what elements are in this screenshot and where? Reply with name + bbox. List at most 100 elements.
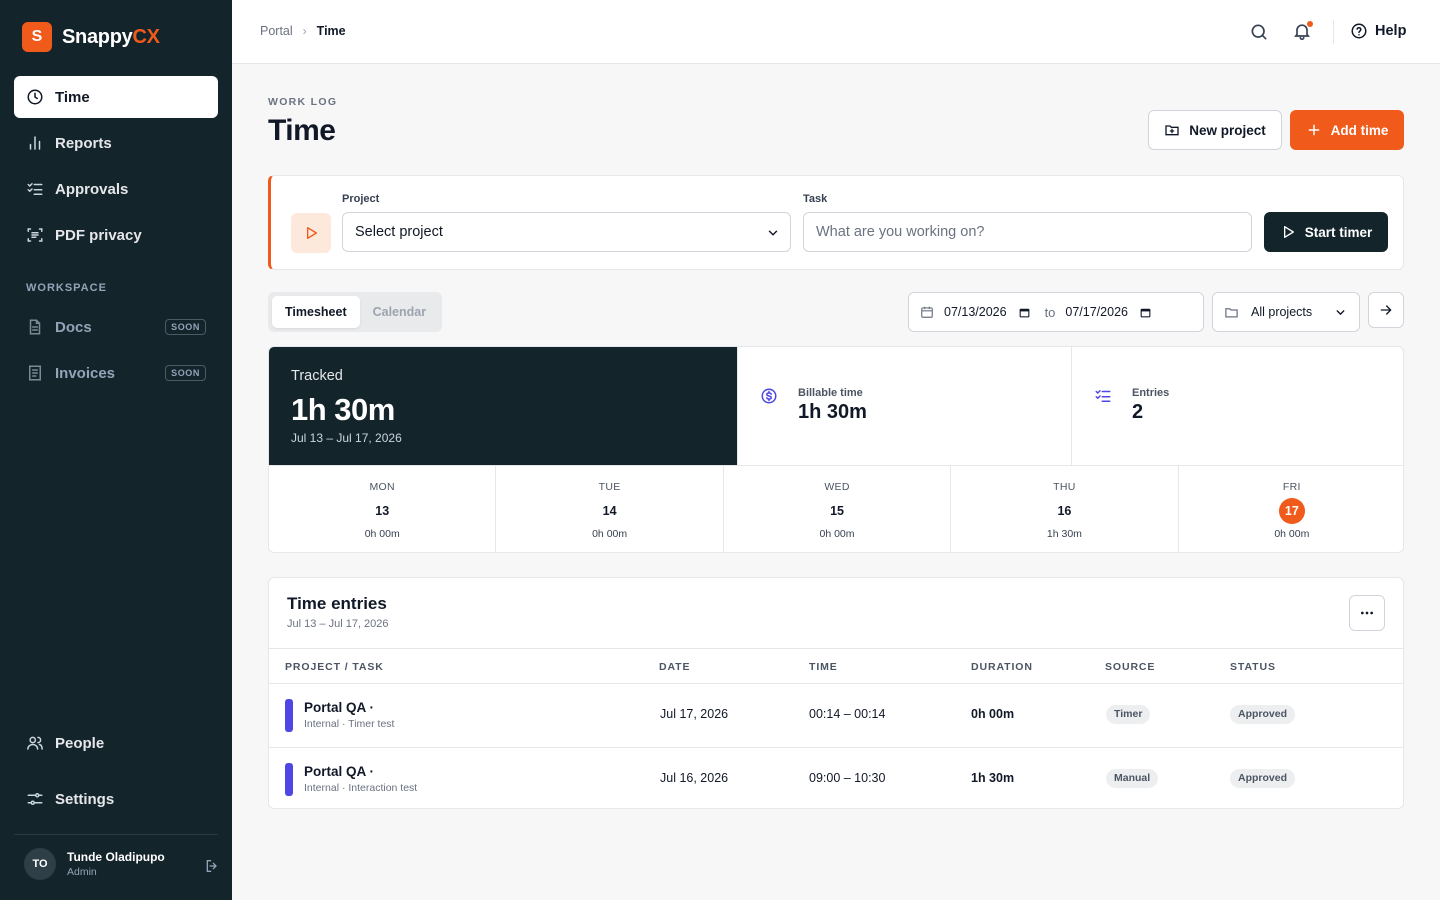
top-bar: Portal › Time Help (232, 0, 1440, 64)
logout-icon[interactable] (204, 858, 220, 874)
task-field-label: Task (803, 193, 828, 205)
column-header-duration[interactable]: DURATION (971, 661, 1033, 673)
user-profile[interactable]: TO Tunde Oladipupo Admin (24, 848, 220, 880)
sidebar-item-people[interactable]: People (14, 722, 218, 764)
day-friday[interactable]: FRI 17 0h 00m (1177, 466, 1403, 552)
entries-subtitle: Jul 13 – Jul 17, 2026 (287, 618, 389, 630)
notifications-button[interactable] (1292, 21, 1313, 41)
day-name: THU (1053, 481, 1076, 493)
day-name: FRI (1282, 481, 1301, 493)
entry-time: 00:14 – 00:14 (809, 707, 886, 721)
tracked-range: Jul 13 – Jul 17, 2026 (291, 431, 402, 445)
sidebar-item-label: People (55, 734, 105, 752)
table-row[interactable]: Portal QA · Internal · Interaction test … (269, 747, 1403, 808)
add-time-button[interactable]: Add time (1290, 110, 1404, 150)
tab-calendar[interactable]: Calendar (360, 296, 440, 328)
entries-stat: Entries 2 (1071, 347, 1403, 465)
sidebar-item-reports[interactable]: Reports (14, 122, 218, 164)
sidebar-item-invoices[interactable]: Invoices SOON (14, 352, 218, 394)
breadcrumb: Portal › Time (260, 24, 346, 38)
task-input[interactable] (803, 212, 1252, 252)
day-name: TUE (598, 481, 621, 493)
page-eyebrow: WORK LOG (268, 96, 338, 108)
user-name: Tunde Oladipupo (67, 850, 165, 864)
day-monday[interactable]: MON 13 0h 00m (269, 466, 495, 552)
more-horizontal-icon (1361, 611, 1373, 615)
breadcrumb-separator: › (302, 24, 307, 38)
play-icon (307, 227, 317, 239)
day-number: 15 (830, 504, 844, 518)
folder-plus-icon (1165, 125, 1179, 136)
day-thursday[interactable]: THU 16 1h 30m (950, 466, 1177, 552)
to-date-input[interactable]: 07/17/2026 (1065, 305, 1128, 319)
day-hours: 1h 30m (1046, 528, 1082, 540)
search-icon[interactable] (1249, 22, 1269, 42)
entries-value: 2 (1132, 401, 1144, 423)
status-badge: Approved (1230, 769, 1296, 788)
bottom-nav: People (14, 722, 218, 768)
arrow-right-icon (1380, 305, 1392, 315)
sidebar-item-docs[interactable]: Docs SOON (14, 306, 218, 348)
table-row[interactable]: Portal QA · Internal · Timer test Jul 17… (269, 684, 1403, 747)
from-date-input[interactable]: 07/13/2026 (944, 305, 1007, 319)
sidebar-item-settings[interactable]: Settings (14, 778, 218, 820)
brand-name-primary: Snappy (62, 25, 133, 48)
column-header-date[interactable]: DATE (659, 661, 690, 673)
invoice-icon (29, 365, 41, 381)
tracked-label: Tracked (291, 368, 343, 384)
soon-badge: SOON (165, 319, 206, 335)
table-header: PROJECT / TASK DATE TIME DURATION SOURCE… (269, 648, 1403, 684)
sidebar-item-approvals[interactable]: Approvals (14, 168, 218, 210)
entry-time: 09:00 – 10:30 (809, 771, 886, 785)
sidebar-divider (14, 834, 218, 835)
timer-play-indicator (291, 213, 331, 253)
brand-name: SnappyCX (62, 26, 160, 49)
sliders-icon (27, 793, 43, 805)
start-timer-button[interactable]: Start timer (1264, 212, 1388, 252)
day-number: 13 (375, 504, 390, 518)
project-filter-select[interactable]: All projects (1212, 292, 1360, 332)
tab-timesheet[interactable]: Timesheet (272, 296, 360, 328)
next-period-button[interactable] (1368, 292, 1404, 328)
help-button[interactable]: Help (1350, 22, 1406, 40)
day-hours: 0h 00m (819, 528, 855, 540)
project-field-label: Project (342, 193, 380, 205)
column-header-status[interactable]: STATUS (1230, 661, 1276, 673)
week-days: MON 13 0h 00m TUE 14 0h 00m WED 15 0h 00… (269, 465, 1403, 552)
project-select[interactable]: Select project (342, 212, 791, 252)
source-badge: Manual (1106, 769, 1159, 788)
entries-title: Time entries (287, 594, 387, 613)
day-tuesday[interactable]: TUE 14 0h 00m (495, 466, 722, 552)
column-header-project[interactable]: PROJECT / TASK (285, 661, 384, 673)
brand-logo[interactable]: S SnappyCX (22, 22, 160, 52)
bar-chart-icon (29, 136, 41, 150)
tracked-summary: Tracked 1h 30m Jul 13 – Jul 17, 2026 (269, 347, 737, 465)
sidebar: S SnappyCX Time Reports Approvals PDF pr… (0, 0, 232, 900)
workspace-label: WORKSPACE (26, 282, 107, 294)
add-time-label: Add time (1330, 122, 1389, 138)
play-icon (1283, 226, 1294, 238)
day-hours: 0h 00m (592, 528, 628, 540)
help-label: Help (1375, 23, 1407, 39)
calendar-picker-icon[interactable] (1018, 306, 1031, 319)
sidebar-item-pdf-privacy[interactable]: PDF privacy (14, 214, 218, 256)
more-options-button[interactable] (1349, 595, 1385, 631)
column-header-source[interactable]: SOURCE (1105, 661, 1155, 673)
day-hours: 0h 00m (364, 528, 400, 540)
avatar: TO (24, 848, 56, 880)
entry-duration: 0h 00m (971, 707, 1015, 721)
workspace-nav: Docs SOON Invoices SOON (14, 306, 218, 398)
page-title: Time (268, 114, 336, 147)
day-wednesday[interactable]: WED 15 0h 00m (722, 466, 950, 552)
plus-icon (1308, 124, 1320, 136)
column-header-time[interactable]: TIME (809, 661, 838, 673)
new-project-button[interactable]: New project (1148, 110, 1282, 150)
breadcrumb-portal[interactable]: Portal (260, 24, 293, 38)
entry-date: Jul 16, 2026 (660, 771, 729, 785)
billable-label: Billable time (798, 387, 863, 399)
calendar-picker-icon[interactable] (1139, 306, 1152, 319)
folder-icon (1225, 307, 1238, 317)
sidebar-item-time[interactable]: Time (14, 76, 218, 118)
clock-icon (27, 89, 43, 105)
day-number-today: 17 (1278, 498, 1305, 524)
